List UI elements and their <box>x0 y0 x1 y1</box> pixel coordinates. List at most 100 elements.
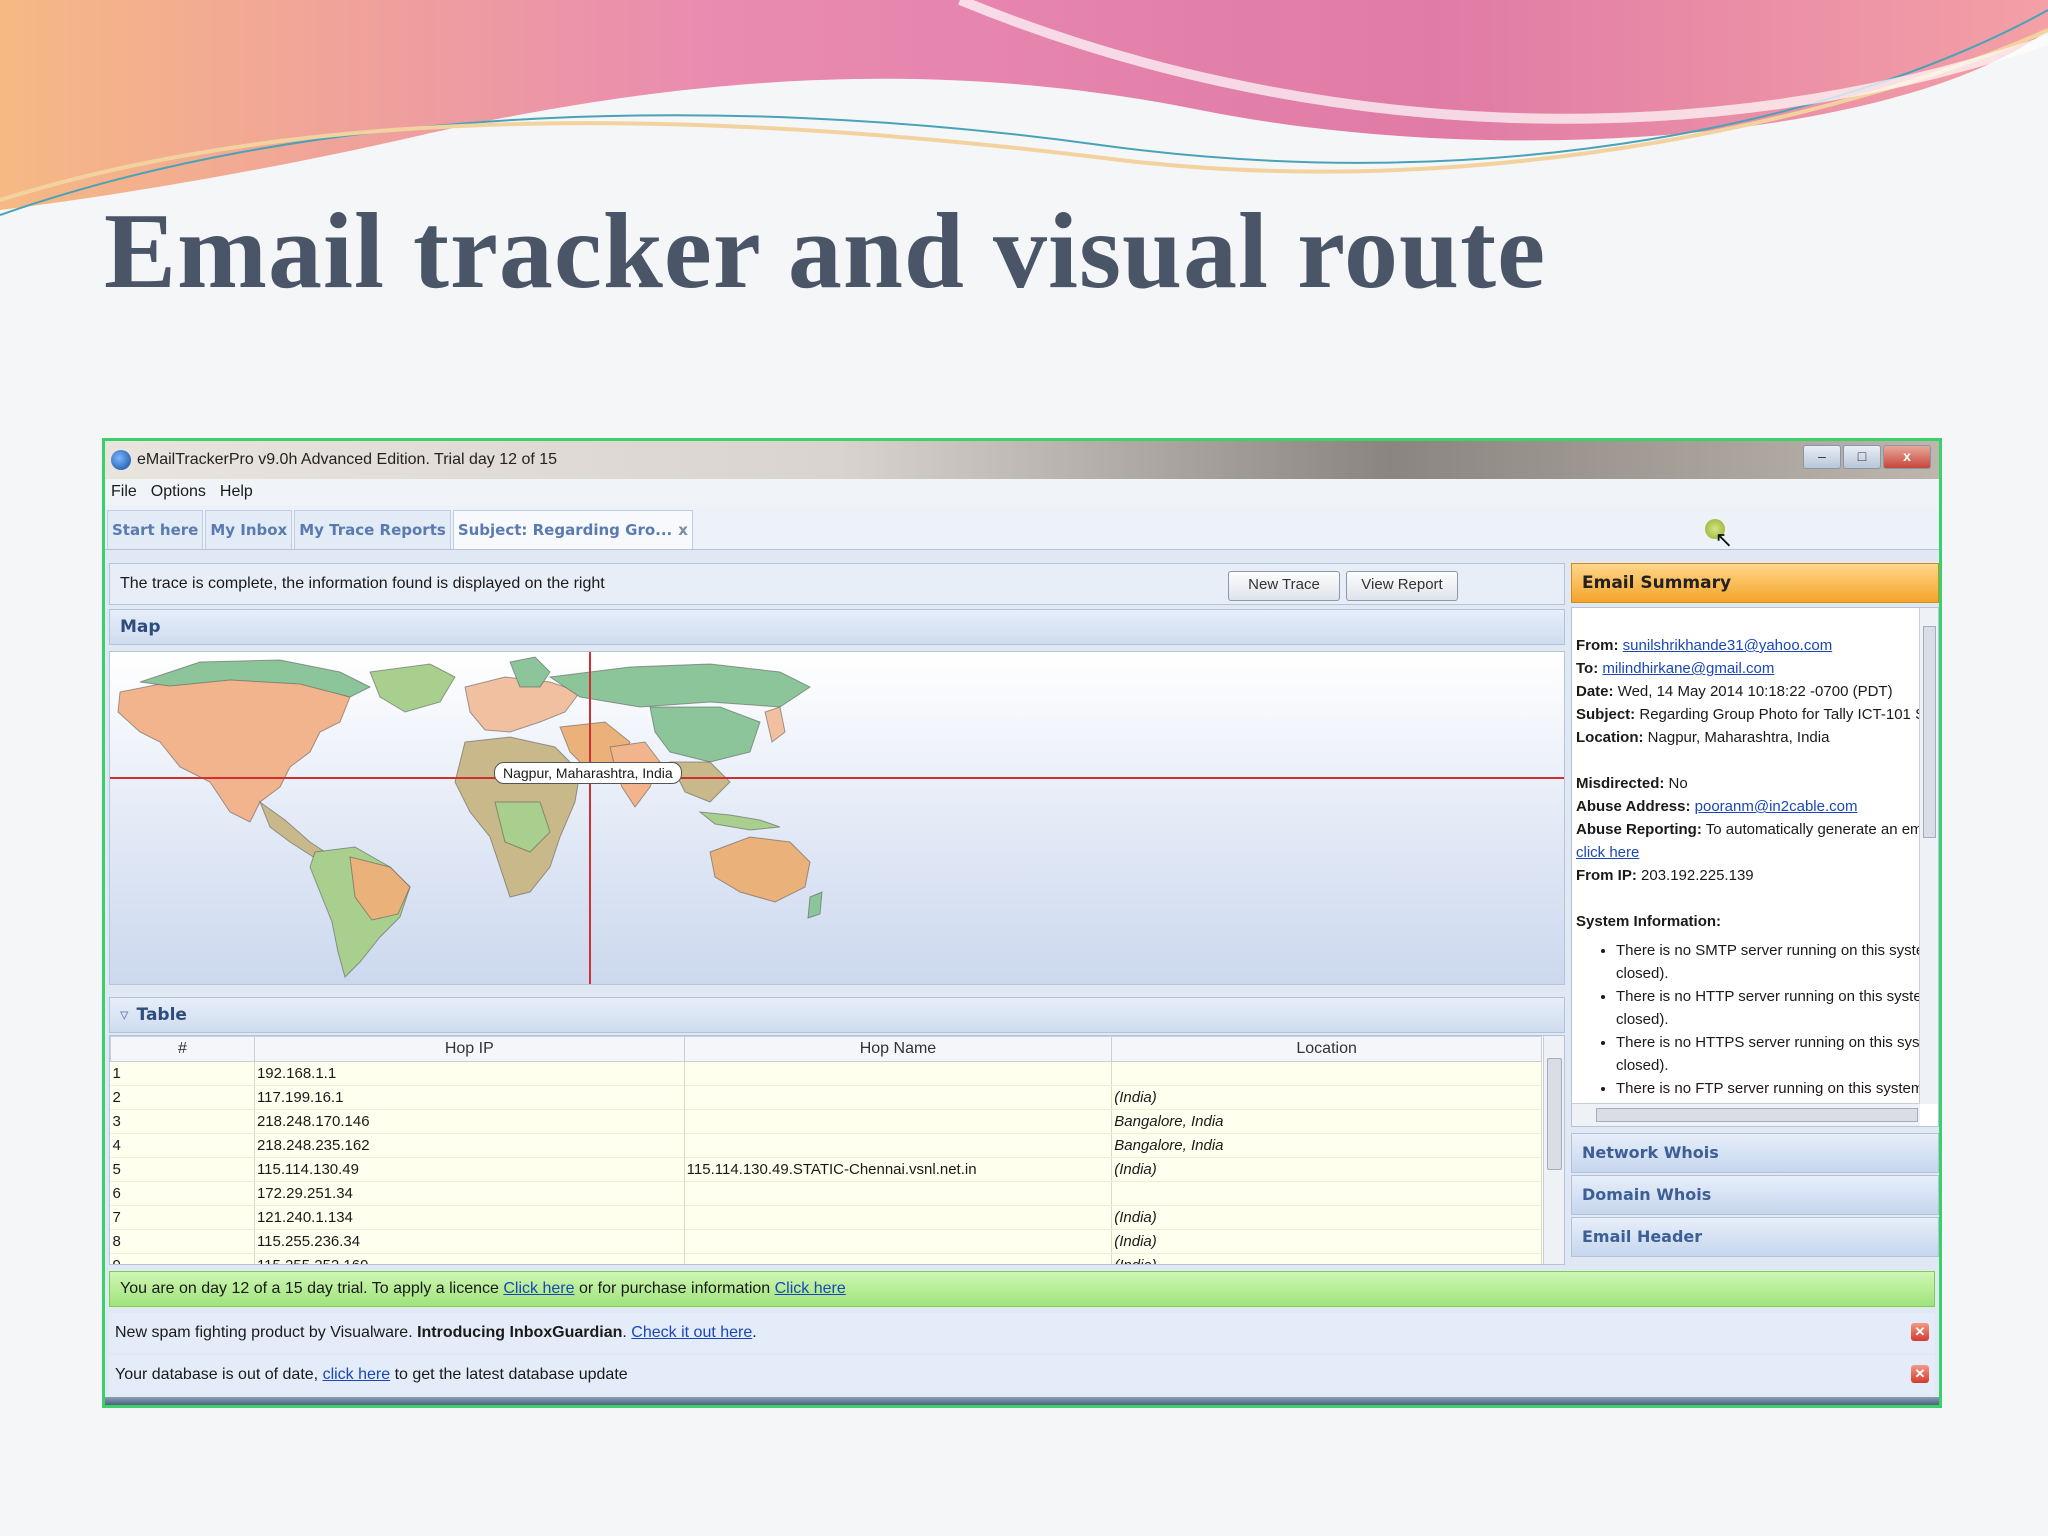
world-map-graphic <box>110 652 1564 984</box>
system-info-line: closed). <box>1616 1011 1669 1028</box>
apply-licence-link[interactable]: Click here <box>503 1280 574 1297</box>
summary-abuse-reporting: Abuse Reporting: To automatically genera… <box>1576 818 1938 841</box>
summary-pane: Email Summary From: sunilshrikhande31@ya… <box>1571 563 1939 1265</box>
column-header-hop-ip[interactable]: Hop IP <box>253 1036 685 1062</box>
map-australia <box>709 836 811 903</box>
hop-ip: 115.255.252.169 <box>254 1253 685 1264</box>
email-summary-panel: From: sunilshrikhande31@yahoo.com To: mi… <box>1571 607 1939 1127</box>
table-row[interactable]: 7 121.240.1.134 (India) <box>110 1205 1542 1230</box>
dismiss-database-notice-button[interactable]: ✕ <box>1911 1365 1929 1383</box>
map-title: Map <box>120 617 161 637</box>
hop-number: 1 <box>110 1061 255 1086</box>
window-title: eMailTrackerPro v9.0h Advanced Edition. … <box>137 451 558 468</box>
tab-start-here[interactable]: Start here <box>107 510 204 549</box>
email-header-section[interactable]: Email Header <box>1571 1217 1939 1257</box>
close-button[interactable]: x <box>1883 445 1931 469</box>
location-label: Location: <box>1576 729 1644 746</box>
hop-name <box>684 1109 1113 1134</box>
column-header-number[interactable]: # <box>110 1036 255 1062</box>
hop-name <box>684 1181 1113 1206</box>
abuse-report-click-here-link[interactable]: click here <box>1576 844 1639 861</box>
hop-ip: 218.248.170.146 <box>254 1109 685 1134</box>
tab-my-trace-reports[interactable]: My Trace Reports <box>294 510 451 549</box>
hop-ip: 172.29.251.34 <box>254 1181 685 1206</box>
tab-close-icon[interactable]: x <box>678 521 688 539</box>
map-indonesia <box>698 811 781 831</box>
map-china <box>649 706 761 763</box>
to-email-link[interactable]: milindhirkane@gmail.com <box>1602 660 1774 677</box>
hop-number: 4 <box>110 1133 255 1158</box>
from-email-link[interactable]: sunilshrikhande31@yahoo.com <box>1623 637 1833 654</box>
tab-subject[interactable]: Subject: Regarding Gro... x <box>452 510 693 549</box>
menu-file[interactable]: File <box>111 483 137 501</box>
table-row[interactable]: 8 115.255.236.34 (India) <box>110 1229 1542 1254</box>
mouse-pointer-icon: ↖ <box>1714 527 1733 552</box>
trace-pane: The trace is complete, the information f… <box>109 563 1565 1265</box>
hop-name <box>684 1229 1113 1254</box>
summary-vertical-scrollbar[interactable] <box>1919 608 1938 1104</box>
hop-name <box>684 1133 1113 1158</box>
domain-whois-section[interactable]: Domain Whois <box>1571 1175 1939 1215</box>
table-section-header[interactable]: ▿ Table <box>109 997 1565 1033</box>
collapse-chevron-icon[interactable]: ▿ <box>120 1005 129 1025</box>
table-row[interactable]: 3 218.248.170.146 Bangalore, India <box>110 1109 1542 1134</box>
tab-bar: Start here My Inbox My Trace Reports Sub… <box>105 505 1939 550</box>
abuse-address-link[interactable]: pooranm@in2cable.com <box>1695 798 1858 815</box>
hop-location: (India) <box>1111 1157 1542 1182</box>
menu-help[interactable]: Help <box>220 483 253 501</box>
table-row[interactable]: 2 117.199.16.1 (India) <box>110 1085 1542 1110</box>
system-info-line: closed). <box>1616 1057 1669 1074</box>
world-map[interactable]: Nagpur, Maharashtra, India <box>109 651 1565 985</box>
summary-horizontal-scrollbar[interactable] <box>1572 1103 1920 1126</box>
minimize-button[interactable]: – <box>1803 445 1841 469</box>
hop-name <box>684 1205 1113 1230</box>
email-summary-header[interactable]: Email Summary <box>1571 563 1939 603</box>
hop-ip: 192.168.1.1 <box>254 1061 685 1086</box>
subject-value: Regarding Group Photo for Tally ICT-101 … <box>1639 706 1938 723</box>
table-row[interactable]: 4 218.248.235.162 Bangalore, India <box>110 1133 1542 1158</box>
table-scrollbar[interactable] <box>1543 1036 1564 1264</box>
system-info-item: There is no HTTPS server running on this… <box>1616 1031 1938 1077</box>
hop-location: (India) <box>1111 1205 1542 1230</box>
menu-options[interactable]: Options <box>151 483 206 501</box>
hop-location: (India) <box>1111 1229 1542 1254</box>
new-trace-button[interactable]: New Trace <box>1228 571 1340 601</box>
hop-name <box>684 1085 1113 1110</box>
table-title: Table <box>136 1005 187 1025</box>
dismiss-spam-notice-button[interactable]: ✕ <box>1911 1323 1929 1341</box>
trial-text: You are on day 12 of a 15 day trial. To … <box>120 1280 504 1297</box>
tab-my-inbox[interactable]: My Inbox <box>205 510 293 549</box>
summary-from: From: sunilshrikhande31@yahoo.com <box>1576 634 1938 657</box>
maximize-button[interactable]: □ <box>1843 445 1881 469</box>
check-it-out-link[interactable]: Check it out here <box>631 1324 752 1341</box>
hop-ip: 218.248.235.162 <box>254 1133 685 1158</box>
system-info-line: There is no FTP server running on this s… <box>1616 1080 1939 1097</box>
table-row[interactable]: 9115.255.252.169 (India) <box>110 1253 1542 1264</box>
tab-subject-label: Subject: Regarding Gro... <box>457 521 673 539</box>
system-info-line: There is no HTTP server running on this … <box>1616 988 1939 1005</box>
email-tracker-window: eMailTrackerPro v9.0h Advanced Edition. … <box>102 438 1942 1408</box>
purchase-info-link[interactable]: Click here <box>775 1280 846 1297</box>
app-globe-icon <box>111 450 131 470</box>
view-report-button[interactable]: View Report <box>1346 571 1458 601</box>
trace-status-text: The trace is complete, the information f… <box>120 575 605 592</box>
hop-name <box>684 1061 1113 1086</box>
database-update-notice: Your database is out of date, click here… <box>109 1355 1935 1395</box>
table-row[interactable]: 5 115.114.130.49 115.114.130.49.STATIC-Che… <box>110 1157 1542 1182</box>
date-label: Date: <box>1576 683 1614 700</box>
table-row[interactable]: 1 192.168.1.1 <box>110 1061 1542 1086</box>
db-notice-end: to get the latest database update <box>390 1366 628 1383</box>
table-row[interactable]: 6 172.29.251.34 <box>110 1181 1542 1206</box>
map-section-header[interactable]: Map <box>109 609 1565 645</box>
database-update-link[interactable]: click here <box>323 1366 391 1383</box>
network-whois-section[interactable]: Network Whois <box>1571 1133 1939 1173</box>
table-scroll-thumb[interactable] <box>1547 1058 1562 1170</box>
hop-number: 2 <box>110 1085 255 1110</box>
hop-number: 7 <box>110 1205 255 1230</box>
trial-notice-bar: You are on day 12 of a 15 day trial. To … <box>109 1271 1935 1307</box>
column-header-hop-name[interactable]: Hop Name <box>683 1036 1113 1062</box>
column-header-location[interactable]: Location <box>1111 1036 1542 1062</box>
summary-hscroll-thumb[interactable] <box>1596 1108 1918 1122</box>
summary-scroll-thumb[interactable] <box>1923 626 1936 838</box>
map-pin-label: Nagpur, Maharashtra, India <box>494 762 682 784</box>
